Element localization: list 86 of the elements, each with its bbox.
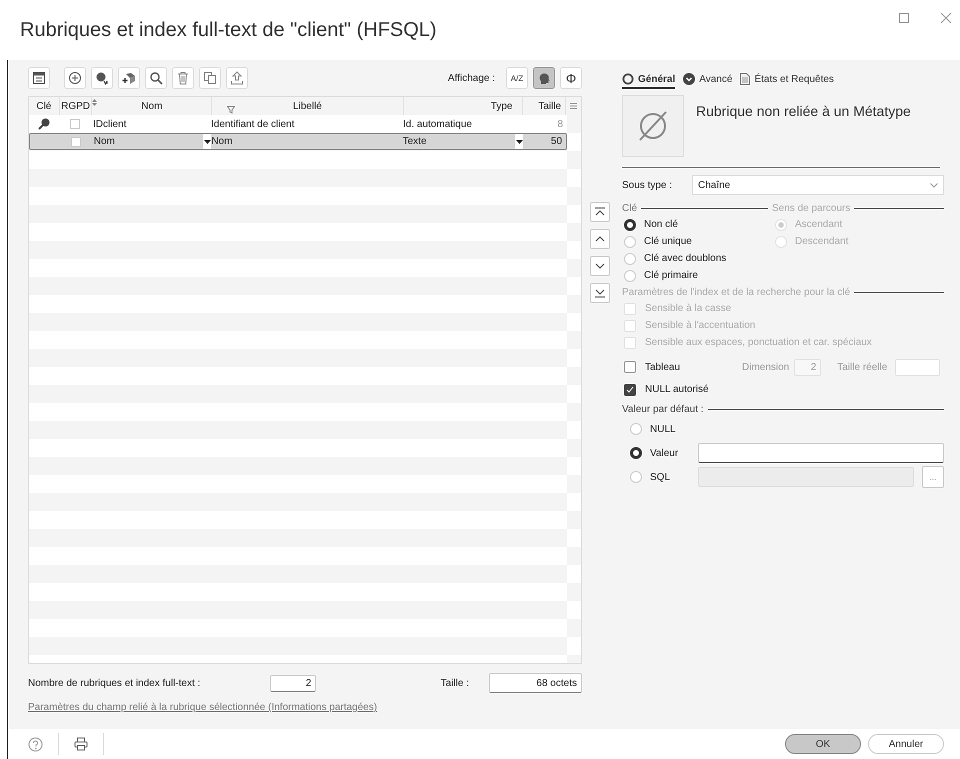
group-title: Valeur par défaut : [622, 404, 704, 414]
radio-option[interactable]: SQL [622, 468, 698, 486]
tab[interactable]: Général [622, 73, 676, 89]
move-button[interactable] [590, 202, 610, 222]
view-toggle[interactable]: A/Z [506, 67, 528, 89]
count-label: Nombre de rubriques et index full-text : [28, 678, 200, 688]
size-label: Taille : [440, 678, 469, 688]
chevron-down-icon [930, 182, 938, 188]
grid-icon [32, 71, 46, 85]
document-icon [740, 73, 750, 85]
add-cube-icon [122, 71, 136, 85]
metatype-text: Rubrique non reliée à un Métatype [696, 103, 911, 121]
radio-option[interactable]: Clé primaire [622, 267, 772, 284]
search-icon [149, 71, 163, 85]
value-input[interactable] [698, 443, 944, 463]
move-top-icon [595, 207, 605, 217]
move-button[interactable] [590, 283, 610, 303]
move-bottom-icon [595, 288, 605, 298]
real-size-label: Taille réelle [837, 362, 888, 372]
radio-option[interactable]: Non clé [622, 216, 772, 233]
table-cell-text: Texte [402, 135, 428, 149]
table-cell-text: IDclient [92, 118, 128, 132]
print-icon[interactable] [74, 737, 88, 751]
group-title: Sens de parcours [772, 202, 850, 214]
head-icon [538, 72, 550, 84]
group-title: Clé [622, 202, 638, 214]
radio-option[interactable]: Valeur [622, 444, 698, 462]
table-cell-text: 8 [556, 118, 564, 132]
close-icon[interactable] [941, 13, 951, 23]
help-icon[interactable] [28, 736, 43, 752]
toolbar-button[interactable] [28, 67, 50, 89]
view-toggle[interactable] [533, 67, 555, 89]
rgpd-checkbox[interactable] [70, 119, 80, 129]
toolbar-button[interactable] [145, 67, 167, 89]
copy-icon [203, 71, 217, 85]
trash-icon [176, 71, 190, 85]
window-title: Rubriques et index full-text de "client" (HFSQL) [20, 18, 437, 42]
tab[interactable]: Avancé [683, 73, 732, 89]
tab[interactable]: États et Requêtes [740, 73, 834, 89]
ring-icon [622, 73, 634, 85]
dropdown-icon[interactable] [516, 140, 523, 144]
size-field: 68 octets [489, 673, 582, 693]
checkbox-option[interactable]: Tableau [622, 358, 742, 376]
toolbar-button[interactable] [64, 67, 86, 89]
toolbar-button[interactable] [199, 67, 221, 89]
chevron-down-icon [595, 261, 605, 271]
upload-icon [230, 71, 244, 85]
toolbar-button[interactable] [226, 67, 248, 89]
chevron-badge-icon [683, 73, 696, 85]
sort-icon[interactable] [92, 99, 97, 106]
maximize-icon[interactable] [899, 13, 909, 23]
dropdown-icon[interactable] [204, 140, 211, 144]
count-field: 2 [270, 674, 316, 692]
dimension-label: Dimension [742, 362, 790, 372]
toolbar-button[interactable] [172, 67, 194, 89]
subtype-select[interactable]: Chaîne [692, 175, 944, 195]
move-button[interactable] [590, 229, 610, 249]
group-title: Paramètres de l'index et de la recherche pour la clé [622, 286, 850, 298]
shared-info-link[interactable]: Paramètres du champ relié à la rubrique sélectionnée (Informations partagées) [28, 702, 378, 713]
table-cell-text: Nom [211, 135, 234, 149]
toolbar-button[interactable] [91, 67, 113, 89]
view-toggle[interactable]: Φ [560, 67, 582, 89]
real-size-field[interactable] [895, 358, 940, 376]
menu-icon[interactable] [570, 103, 578, 109]
table-cell-text: Id. automatique [403, 118, 473, 132]
radio-option[interactable]: Clé unique [622, 233, 772, 250]
filter-icon[interactable] [227, 106, 235, 114]
table-cell-text: Identifiant de client [211, 118, 296, 132]
rgpd-checkbox[interactable] [70, 136, 81, 146]
radio-option[interactable]: Clé avec doublons [622, 250, 772, 267]
add-icon [95, 71, 109, 85]
cancel-button[interactable]: Annuler [868, 734, 944, 754]
ok-button[interactable]: OK [785, 734, 861, 754]
move-button[interactable] [590, 256, 610, 276]
table-row[interactable]: Nom Nom Texte 50 [29, 133, 567, 150]
browse-button[interactable]: ... [922, 466, 944, 488]
chevron-up-icon [595, 234, 605, 244]
checkbox-option[interactable]: NULL autorisé [622, 381, 944, 398]
subtype-label: Sous type : [622, 180, 674, 190]
toolbar-button[interactable] [118, 67, 140, 89]
view-label: Affichage : [448, 72, 495, 84]
check-icon [626, 386, 634, 394]
radio-option[interactable]: NULL [622, 420, 698, 438]
table-cell-text: Nom [92, 135, 116, 149]
table-cell-text: 50 [550, 135, 564, 149]
plus-icon [68, 71, 82, 85]
